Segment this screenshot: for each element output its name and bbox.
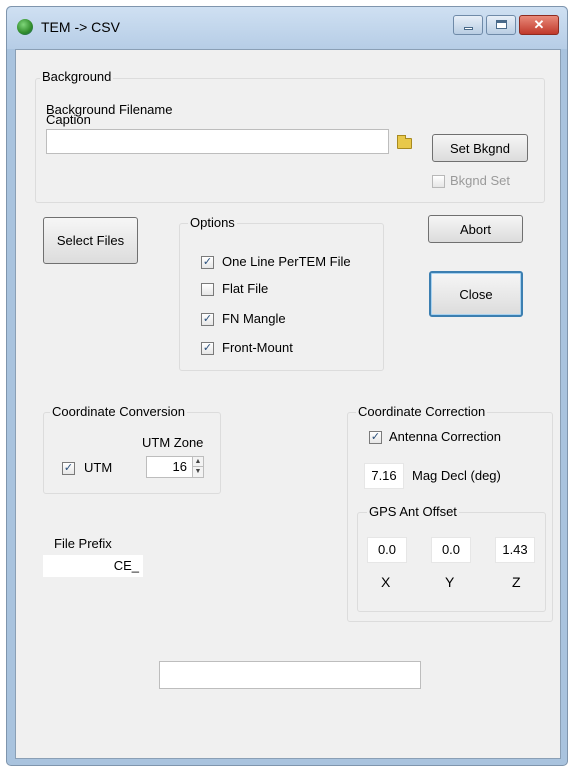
utm-label: UTM xyxy=(84,460,113,475)
front-mount-label: Front-Mount xyxy=(222,340,293,355)
flat-file-label: Flat File xyxy=(222,281,269,296)
antenna-correction-label: Antenna Correction xyxy=(389,429,502,444)
minimize-icon xyxy=(464,27,473,30)
close-button[interactable]: Close xyxy=(429,271,523,317)
antenna-correction-checkbox[interactable]: ✓ xyxy=(369,431,382,444)
front-mount-checkbox[interactable]: ✓ xyxy=(201,342,214,355)
x-label: X xyxy=(381,574,391,590)
mag-decl-input[interactable]: 7.16 xyxy=(364,463,404,489)
y-offset-input[interactable]: 0.0 xyxy=(431,537,471,563)
fn-mangle-checkbox[interactable]: ✓ xyxy=(201,313,214,326)
maximize-button[interactable] xyxy=(486,15,516,35)
utm-checkbox[interactable]: ✓ xyxy=(62,462,75,475)
abort-button[interactable]: Abort xyxy=(428,215,523,243)
spin-up-icon[interactable]: ▲ xyxy=(192,457,203,467)
x-offset-input[interactable]: 0.0 xyxy=(367,537,407,563)
app-window: TEM -> CSV ✕ Background Background Filen… xyxy=(6,6,568,766)
coordinate-correction-group-label: Coordinate Correction xyxy=(356,404,488,419)
folder-icon[interactable] xyxy=(397,135,412,149)
y-label: Y xyxy=(445,574,455,590)
select-files-button[interactable]: Select Files xyxy=(43,217,138,264)
globe-icon xyxy=(17,19,33,35)
one-line-per-tem-file-checkbox[interactable]: ✓ xyxy=(201,256,214,269)
close-icon: ✕ xyxy=(533,17,545,32)
file-prefix-input[interactable]: CE_ xyxy=(42,554,144,578)
z-offset-input[interactable]: 1.43 xyxy=(495,537,535,563)
background-filename-input[interactable] xyxy=(46,129,389,154)
caption-label: Caption xyxy=(46,112,91,127)
bkgnd-set-label: Bkgnd Set xyxy=(450,173,510,188)
fn-mangle-label: FN Mangle xyxy=(222,311,286,326)
close-window-button[interactable]: ✕ xyxy=(519,15,559,35)
client-area: Background Background Filename Caption S… xyxy=(15,49,561,759)
coordinate-conversion-group xyxy=(43,412,221,494)
gps-ant-offset-label: GPS Ant Offset xyxy=(367,504,459,519)
mag-decl-label: Mag Decl (deg) xyxy=(412,468,501,483)
minimize-button[interactable] xyxy=(453,15,483,35)
file-prefix-label: File Prefix xyxy=(54,536,112,551)
set-bkgnd-button[interactable]: Set Bkgnd xyxy=(432,134,528,162)
flat-file-checkbox[interactable] xyxy=(201,283,214,296)
maximize-icon xyxy=(496,20,507,29)
utm-zone-label: UTM Zone xyxy=(142,435,204,450)
bkgnd-set-checkbox xyxy=(432,175,445,188)
status-field xyxy=(159,661,421,689)
title-bar[interactable]: TEM -> CSV ✕ xyxy=(7,7,567,49)
options-group-label: Options xyxy=(188,215,237,230)
spin-down-icon[interactable]: ▼ xyxy=(192,467,203,477)
background-group-label: Background xyxy=(40,69,114,84)
z-label: Z xyxy=(512,574,521,590)
window-title: TEM -> CSV xyxy=(41,19,120,35)
coordinate-conversion-group-label: Coordinate Conversion xyxy=(50,404,187,419)
one-line-per-tem-file-label: One Line PerTEM File xyxy=(222,254,351,269)
